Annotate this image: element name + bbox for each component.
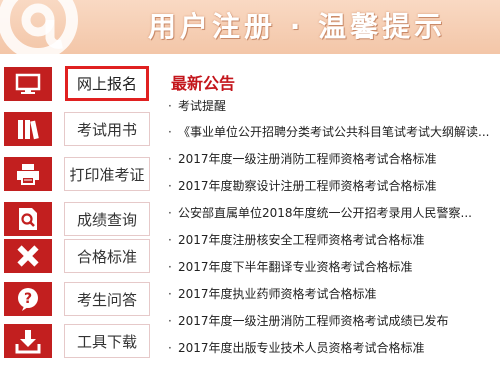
sidebar-item-label: 成绩查询 <box>64 202 150 236</box>
sidebar-nav: 网上报名 考试用书 打印准考证 成绩查询 合格标准 ? 考生问答 工具下载 <box>4 66 150 360</box>
notice-item[interactable]: · 2017年度注册核安全工程师资格考试合格标准 <box>168 230 498 250</box>
notice-item[interactable]: · 考试提醒 <box>168 96 498 116</box>
notice-item[interactable]: · 2017年度执业药师资格考试合格标准 <box>168 284 498 304</box>
bullet-icon: · <box>168 125 172 139</box>
notice-item[interactable]: · 2017年度勘察设计注册工程师资格考试合格标准 <box>168 176 498 196</box>
sidebar-item-label: 合格标准 <box>64 239 150 273</box>
notice-item[interactable]: · 2017年度一级注册消防工程师资格考试成绩已发布 <box>168 311 498 331</box>
bullet-icon: · <box>168 152 172 166</box>
bullet-icon: · <box>168 179 172 193</box>
sidebar-item-exam-books[interactable]: 考试用书 <box>4 112 150 146</box>
svg-text:?: ? <box>24 291 32 307</box>
sidebar-item-print-admission-ticket[interactable]: 打印准考证 <box>4 157 150 191</box>
banner-title: 用户注册 · 温馨提示 <box>148 10 447 43</box>
notice-item[interactable]: · 公安部直属单位2018年度统一公开招考录用人民警察... <box>168 203 498 223</box>
bullet-icon: · <box>168 206 172 220</box>
sidebar-item-tool-download[interactable]: 工具下载 <box>4 324 150 358</box>
question-icon: ? <box>4 282 52 316</box>
sidebar-item-label: 网上报名 <box>65 66 149 101</box>
sidebar-item-online-registration[interactable]: 网上报名 <box>4 66 150 101</box>
bullet-icon: · <box>168 99 172 113</box>
bullet-icon: · <box>168 341 172 355</box>
bullet-icon: · <box>168 287 172 301</box>
document-search-icon <box>4 202 52 236</box>
download-icon <box>4 324 52 358</box>
notices-heading: 最新公告 <box>171 74 236 93</box>
sidebar-item-label: 工具下载 <box>64 324 150 358</box>
brand-logo <box>0 0 78 54</box>
notice-item[interactable]: · 2017年度下半年翻译专业资格考试合格标准 <box>168 257 498 277</box>
sidebar-item-label: 考生问答 <box>64 282 150 316</box>
notice-item[interactable]: · 2017年度出版专业技术人员资格考试合格标准 <box>168 338 498 358</box>
monitor-icon <box>4 67 52 101</box>
sidebar-item-passing-standard[interactable]: 合格标准 <box>4 239 150 273</box>
bullet-icon: · <box>168 314 172 328</box>
bullet-icon: · <box>168 233 172 247</box>
sidebar-item-label: 考试用书 <box>64 112 150 146</box>
bullet-icon: · <box>168 260 172 274</box>
sidebar-item-score-query[interactable]: 成绩查询 <box>4 202 150 236</box>
sidebar-item-label: 打印准考证 <box>64 157 150 191</box>
notice-item[interactable]: · 2017年度一级注册消防工程师资格考试合格标准 <box>168 149 498 169</box>
pencil-ruler-icon <box>4 239 52 273</box>
notice-item[interactable]: · 《事业单位公开招聘分类考试公共科目笔试考试大纲解读... <box>168 122 498 142</box>
printer-icon <box>4 157 52 191</box>
books-icon <box>4 112 52 146</box>
sidebar-item-candidate-qa[interactable]: ? 考生问答 <box>4 282 150 316</box>
header-banner: 用户注册 · 温馨提示 <box>0 0 500 54</box>
